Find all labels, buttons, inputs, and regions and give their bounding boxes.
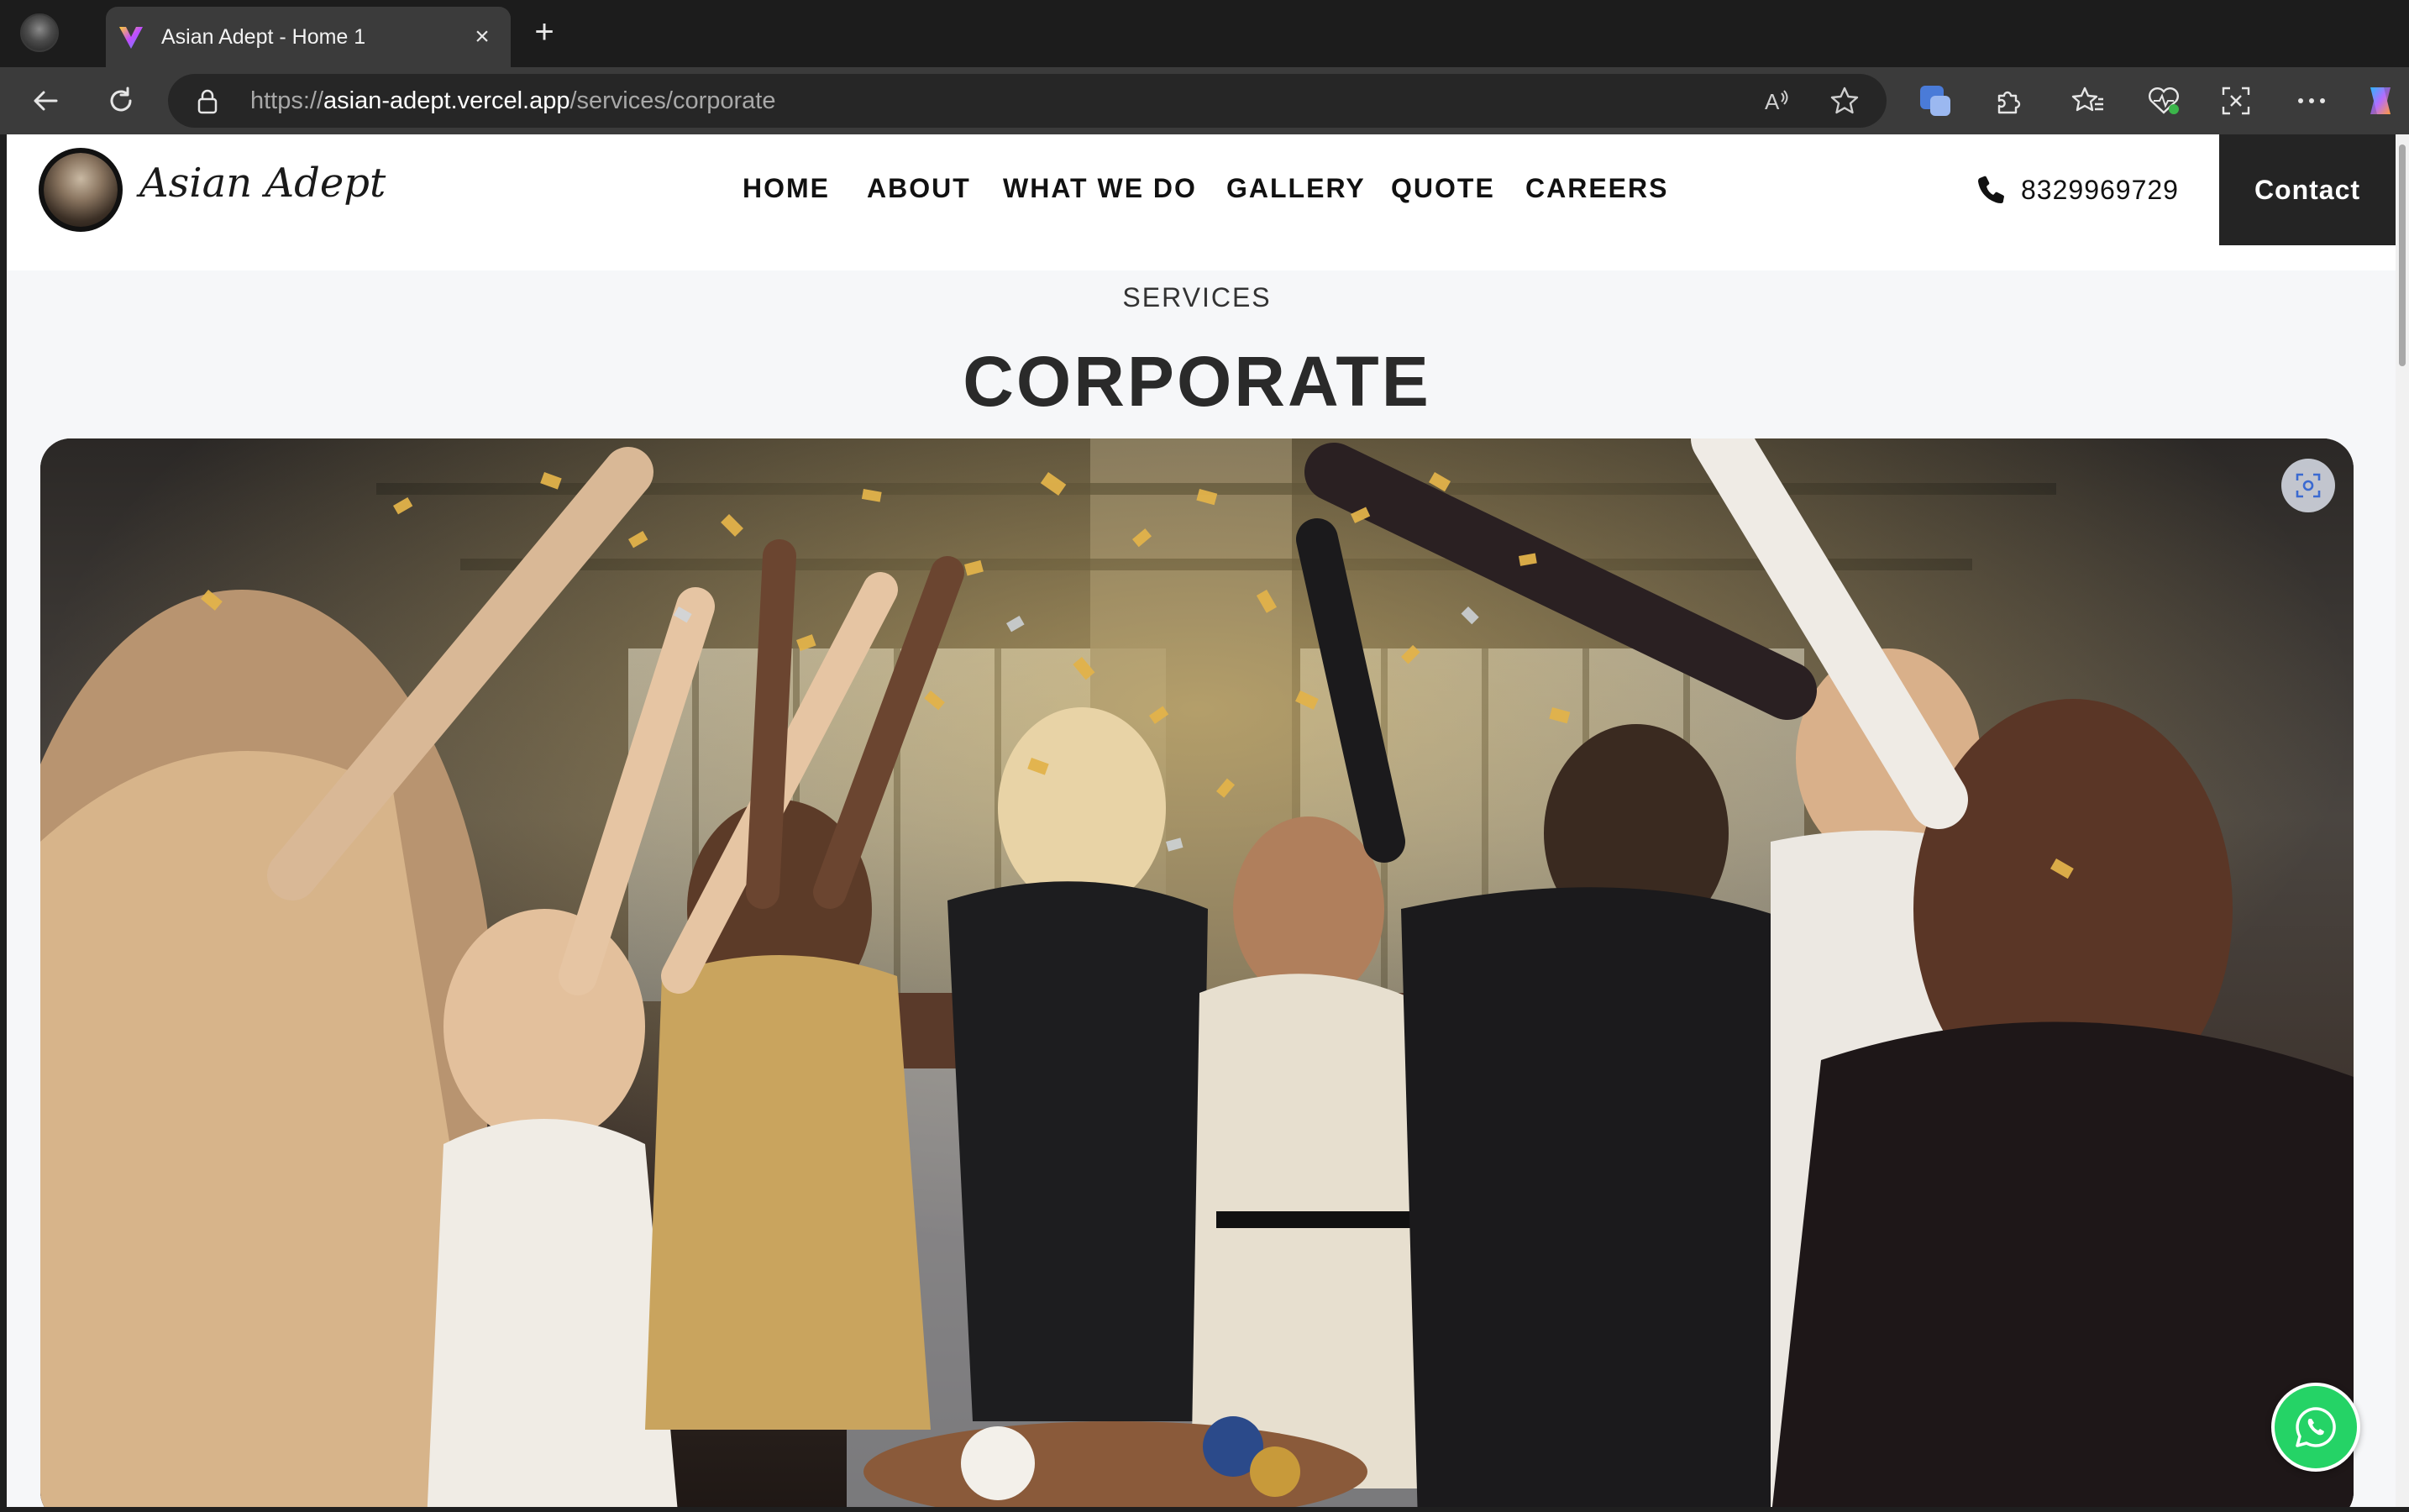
site-header: Asian Adept HOME ABOUT WHAT WE DO GALLER…	[7, 134, 2396, 270]
site-logo[interactable]	[39, 148, 123, 232]
whatsapp-icon	[2296, 1407, 2336, 1447]
hero-image	[40, 438, 2354, 1507]
browser-essentials-icon[interactable]	[2145, 82, 2182, 119]
refresh-icon[interactable]	[102, 82, 139, 119]
url-text[interactable]: https://asian-adept.vercel.app/services/…	[250, 87, 775, 115]
svg-text:A: A	[1765, 89, 1780, 114]
phone-link[interactable]: 8329969729	[1977, 171, 2179, 208]
address-bar[interactable]: https://asian-adept.vercel.app/services/…	[168, 74, 1887, 128]
back-arrow-icon[interactable]	[27, 82, 64, 119]
nav-careers[interactable]: CAREERS	[1525, 173, 1668, 204]
nav-quote[interactable]: QUOTE	[1391, 173, 1495, 204]
lock-icon[interactable]	[197, 89, 218, 114]
url-scheme: https://	[250, 87, 324, 114]
visual-search-icon[interactable]	[2281, 459, 2335, 512]
favorites-icon[interactable]	[2070, 82, 2107, 119]
site-favicon-icon	[119, 27, 143, 49]
nav-about[interactable]: ABOUT	[867, 173, 971, 204]
section-kicker: SERVICES	[1122, 282, 1272, 312]
tab-title: Asian Adept - Home 1	[161, 25, 366, 49]
contact-button[interactable]: Contact	[2219, 134, 2396, 245]
nav-what-we-do[interactable]: WHAT WE DO	[1003, 173, 1197, 204]
phone-icon	[1978, 176, 2004, 203]
screenshot-icon[interactable]	[2217, 82, 2254, 119]
read-aloud-icon[interactable]: A	[1762, 86, 1792, 116]
copilot-icon[interactable]	[2362, 82, 2399, 119]
nav-gallery[interactable]: GALLERY	[1226, 173, 1366, 204]
nav-home[interactable]: HOME	[743, 173, 830, 204]
favorite-star-icon[interactable]	[1829, 86, 1860, 116]
url-path: /services/corporate	[569, 87, 776, 114]
close-tab-icon[interactable]: ×	[465, 20, 499, 54]
phone-number: 8329969729	[2021, 174, 2179, 205]
page-title: CORPORATE	[963, 342, 1431, 421]
page-scrollbar[interactable]	[2396, 134, 2409, 1507]
scrollbar-thumb[interactable]	[2399, 144, 2406, 366]
tab-strip: Asian Adept - Home 1 × +	[0, 0, 2409, 67]
active-tab[interactable]: Asian Adept - Home 1 ×	[106, 7, 511, 67]
extensions-puzzle-icon[interactable]	[1989, 82, 2026, 119]
page-viewport: Asian Adept HOME ABOUT WHAT WE DO GALLER…	[7, 134, 2396, 1507]
more-options-icon[interactable]	[2293, 82, 2330, 119]
browser-toolbar: https://asian-adept.vercel.app/services/…	[0, 67, 2409, 134]
brand-name[interactable]: Asian Adept	[139, 160, 386, 207]
new-tab-icon[interactable]: +	[526, 15, 563, 52]
profile-avatar[interactable]	[20, 13, 59, 52]
url-host: asian-adept.vercel.app	[323, 87, 570, 114]
copilot-extension-icon[interactable]	[1917, 82, 1954, 119]
party-photo	[40, 438, 2354, 1507]
whatsapp-button[interactable]	[2271, 1383, 2360, 1472]
